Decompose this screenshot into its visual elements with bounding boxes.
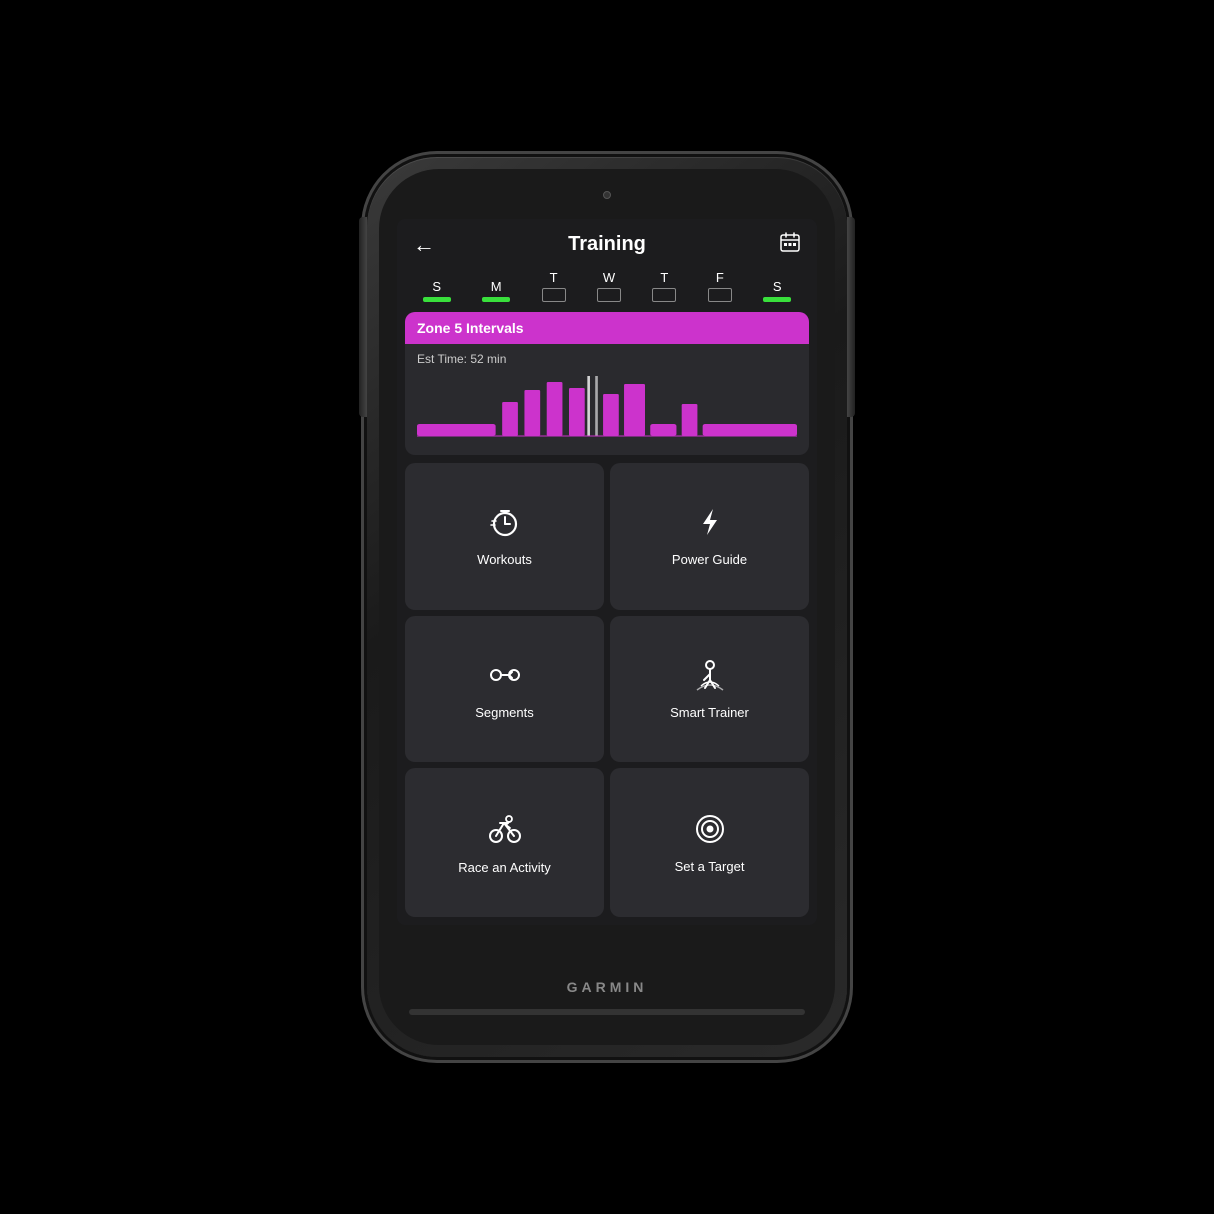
lightning-icon — [693, 505, 727, 544]
calendar-icon[interactable] — [779, 231, 801, 258]
day-label: M — [491, 279, 502, 294]
camera — [603, 191, 611, 199]
grid-buttons: Workouts Power Guide — [397, 463, 817, 925]
set-target-button[interactable]: Set a Target — [610, 768, 809, 917]
workout-card-body: Est Time: 52 min — [405, 344, 809, 455]
set-target-label: Set a Target — [675, 859, 745, 874]
day-col-sun: S — [423, 279, 451, 302]
page-title: Training — [568, 233, 646, 256]
workouts-button[interactable]: Workouts — [405, 463, 604, 610]
workout-chart — [417, 372, 797, 440]
screen: ← Training — [397, 219, 817, 925]
day-box-wed — [597, 288, 621, 302]
day-label: S — [773, 279, 782, 294]
garmin-brand: GARMIN — [567, 979, 648, 995]
workout-card-title: Zone 5 Intervals — [405, 312, 809, 344]
stopwatch-icon — [488, 505, 522, 544]
day-col-mon: M — [482, 279, 510, 302]
day-bar-sun — [423, 297, 451, 302]
power-guide-label: Power Guide — [672, 552, 747, 567]
segments-button[interactable]: Segments — [405, 616, 604, 763]
back-button[interactable]: ← — [413, 232, 435, 258]
garmin-device: ← Training — [367, 157, 847, 1057]
power-guide-button[interactable]: Power Guide — [610, 463, 809, 610]
race-activity-label: Race an Activity — [458, 860, 551, 875]
day-label: T — [660, 270, 668, 285]
est-time: Est Time: 52 min — [417, 352, 797, 366]
smart-trainer-button[interactable]: Smart Trainer — [610, 616, 809, 763]
day-col-sat: S — [763, 279, 791, 302]
day-box-tue — [542, 288, 566, 302]
day-box-thu — [652, 288, 676, 302]
target-icon — [693, 812, 727, 851]
segments-icon — [488, 658, 522, 697]
segments-label: Segments — [475, 705, 534, 720]
day-col-wed: W — [597, 270, 621, 302]
smart-trainer-label: Smart Trainer — [670, 705, 749, 720]
day-bar-sat — [763, 297, 791, 302]
day-label: F — [716, 270, 724, 285]
day-label: W — [603, 270, 615, 285]
bottom-ridge — [409, 1009, 805, 1015]
day-bar-mon — [482, 297, 510, 302]
day-col-fri: F — [708, 270, 732, 302]
day-box-fri — [708, 288, 732, 302]
race-activity-button[interactable]: Race an Activity — [405, 768, 604, 917]
header: ← Training — [397, 219, 817, 266]
week-bar: S M T W — [397, 266, 817, 308]
day-label: S — [432, 279, 441, 294]
device-inner: ← Training — [379, 169, 835, 1045]
bicycle-icon — [487, 811, 523, 852]
day-col-thu: T — [652, 270, 676, 302]
workouts-label: Workouts — [477, 552, 532, 567]
smart-trainer-icon — [693, 658, 727, 697]
day-label: T — [550, 270, 558, 285]
workout-card[interactable]: Zone 5 Intervals Est Time: 52 min — [405, 312, 809, 455]
day-col-tue: T — [542, 270, 566, 302]
